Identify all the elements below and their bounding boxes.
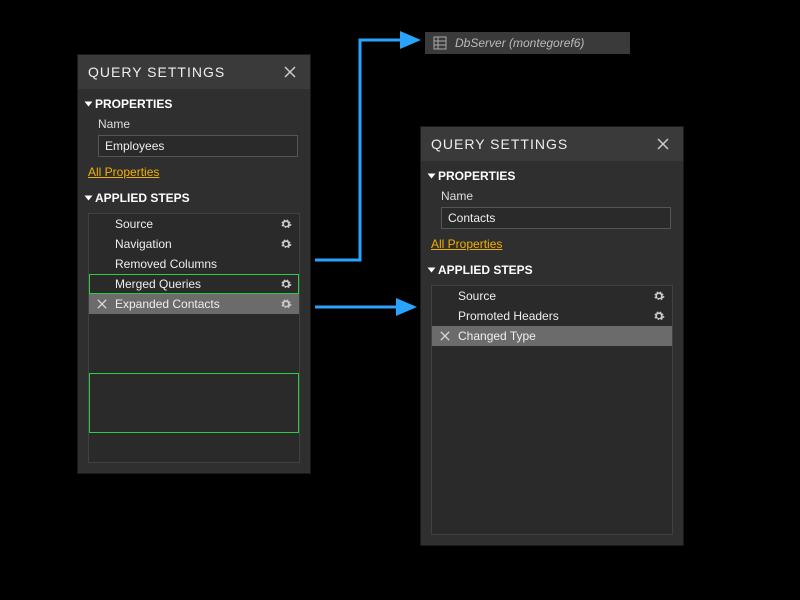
- close-icon[interactable]: [653, 134, 673, 154]
- all-properties-link[interactable]: All Properties: [88, 165, 159, 179]
- step-label: Source: [458, 289, 646, 303]
- panel-title: QUERY SETTINGS: [431, 136, 568, 152]
- gear-icon[interactable]: [279, 277, 293, 291]
- applied-steps-label: APPLIED STEPS: [438, 263, 533, 277]
- gear-icon: [652, 329, 666, 343]
- query-settings-panel-left: QUERY SETTINGS PROPERTIES Name All Prope…: [77, 54, 311, 474]
- step-label: Source: [115, 217, 273, 231]
- applied-step[interactable]: Expanded Contacts: [89, 294, 299, 314]
- applied-step[interactable]: Source: [89, 214, 299, 234]
- db-server-label: DbServer (montegoref6): [455, 36, 584, 50]
- step-label: Promoted Headers: [458, 309, 646, 323]
- properties-label: PROPERTIES: [438, 169, 515, 183]
- delete-step-icon[interactable]: [95, 299, 109, 309]
- applied-step[interactable]: Changed Type: [432, 326, 672, 346]
- properties-section-header[interactable]: PROPERTIES: [78, 89, 310, 115]
- gear-icon[interactable]: [652, 289, 666, 303]
- caret-down-icon: [85, 196, 93, 201]
- applied-steps-list: Source Navigation Removed Columns Merged Qu…: [88, 213, 300, 463]
- caret-down-icon: [428, 268, 436, 273]
- panel-title: QUERY SETTINGS: [88, 64, 225, 80]
- close-icon[interactable]: [280, 62, 300, 82]
- highlight-outline: [89, 373, 299, 433]
- applied-step[interactable]: Source: [432, 286, 672, 306]
- name-input[interactable]: [441, 207, 671, 229]
- applied-steps-list: Source Promoted Headers Changed Type: [431, 285, 673, 535]
- step-label: Removed Columns: [115, 257, 273, 271]
- gear-icon[interactable]: [279, 297, 293, 311]
- applied-step[interactable]: Removed Columns: [89, 254, 299, 274]
- name-label: Name: [421, 187, 683, 205]
- step-label: Navigation: [115, 237, 273, 251]
- all-properties-link[interactable]: All Properties: [431, 237, 502, 251]
- caret-down-icon: [85, 102, 93, 107]
- step-label: Expanded Contacts: [115, 297, 273, 311]
- panel-header-right: QUERY SETTINGS: [421, 127, 683, 161]
- applied-steps-section-header[interactable]: APPLIED STEPS: [421, 255, 683, 281]
- properties-section-header[interactable]: PROPERTIES: [421, 161, 683, 187]
- delete-step-icon[interactable]: [438, 331, 452, 341]
- name-input[interactable]: [98, 135, 298, 157]
- applied-steps-section-header[interactable]: APPLIED STEPS: [78, 183, 310, 209]
- applied-step[interactable]: Promoted Headers: [432, 306, 672, 326]
- gear-icon: [279, 257, 293, 271]
- step-label: Merged Queries: [115, 277, 273, 291]
- gear-icon[interactable]: [279, 217, 293, 231]
- gear-icon[interactable]: [279, 237, 293, 251]
- database-icon: [433, 36, 447, 50]
- name-label: Name: [78, 115, 310, 133]
- properties-label: PROPERTIES: [95, 97, 172, 111]
- db-server-pill: DbServer (montegoref6): [425, 32, 630, 54]
- query-settings-panel-right: QUERY SETTINGS PROPERTIES Name All Prope…: [420, 126, 684, 546]
- caret-down-icon: [428, 174, 436, 179]
- applied-step[interactable]: Merged Queries: [89, 274, 299, 294]
- applied-step[interactable]: Navigation: [89, 234, 299, 254]
- panel-header-left: QUERY SETTINGS: [78, 55, 310, 89]
- gear-icon[interactable]: [652, 309, 666, 323]
- step-label: Changed Type: [458, 329, 646, 343]
- applied-steps-label: APPLIED STEPS: [95, 191, 190, 205]
